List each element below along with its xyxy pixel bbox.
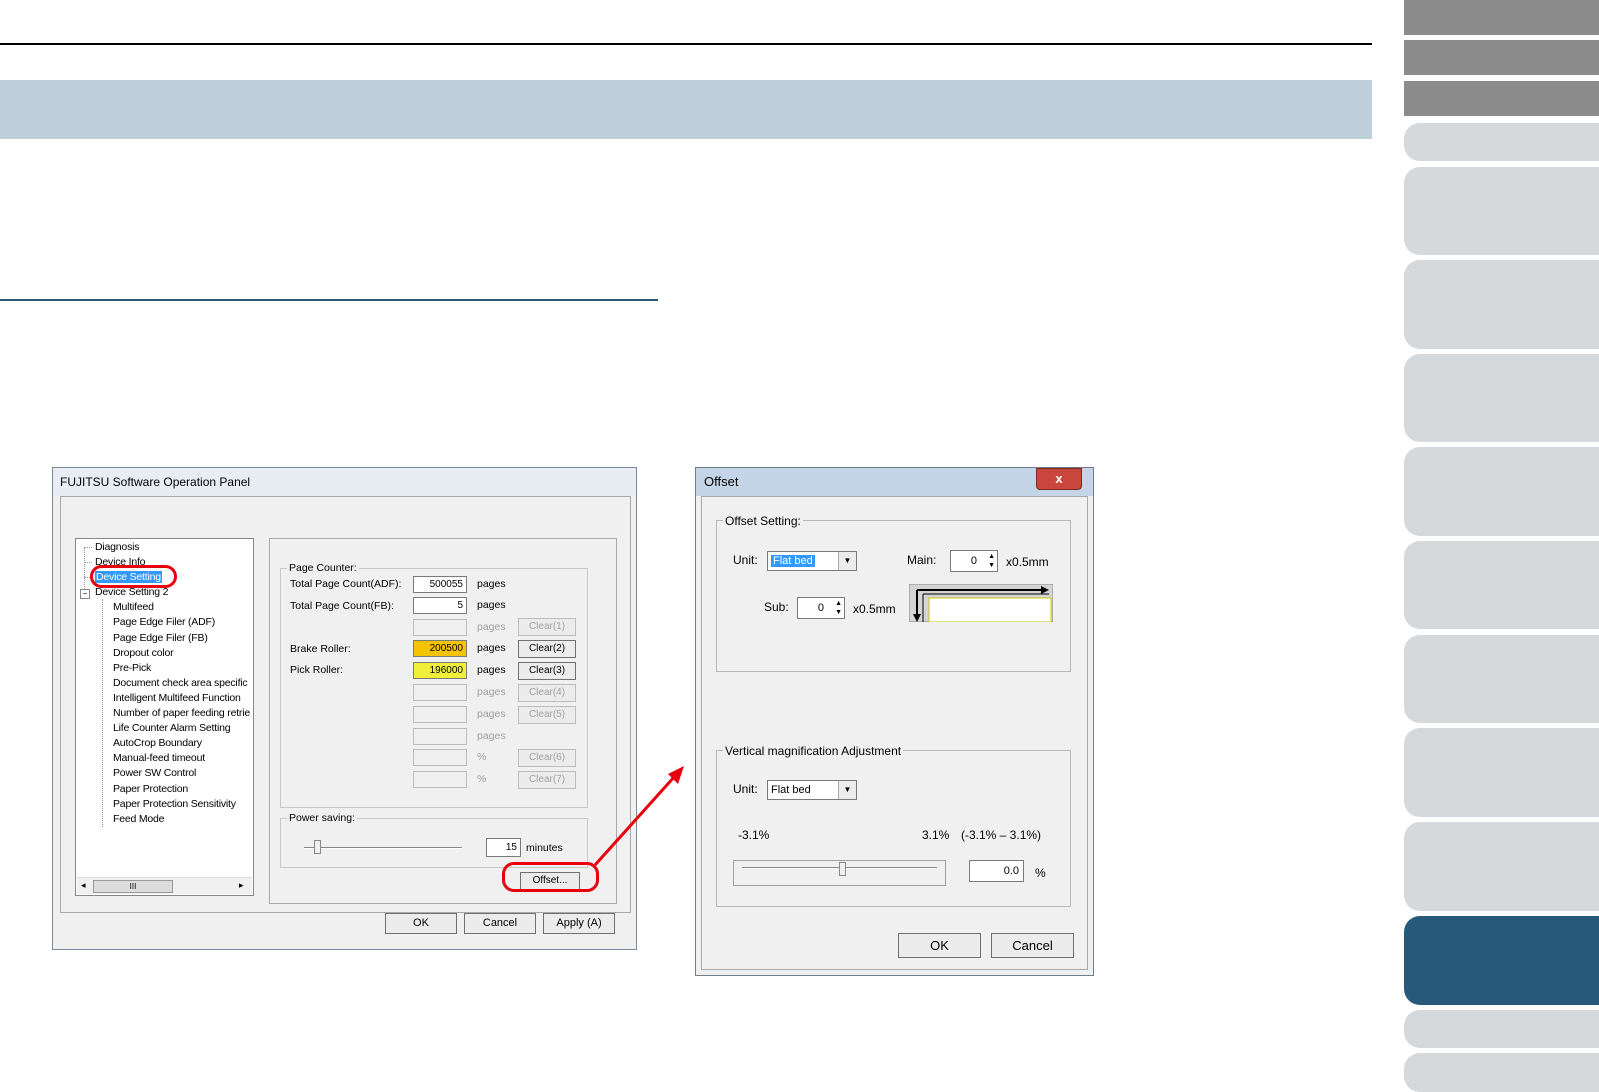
offset-title: Offset — [704, 474, 739, 489]
main-spinner[interactable]: 0 ▲ ▼ — [950, 550, 998, 572]
offset-titlebar: Offset x — [696, 468, 1093, 496]
vertical-max-label: 3.1% — [922, 828, 950, 842]
vertical-unit-select[interactable]: Flat bed ▼ — [767, 780, 857, 800]
chevron-down-icon[interactable]: ▼ — [838, 552, 856, 570]
main-value: 0 — [970, 555, 977, 567]
spinner-arrows-icon[interactable]: ▲ ▼ — [988, 552, 995, 570]
offset-dialog: Offset x Offset Setting: Unit: Flat bed … — [695, 467, 1094, 976]
sub-label: Sub: — [764, 600, 789, 614]
spinner-arrows-icon[interactable]: ▲ ▼ — [835, 599, 842, 617]
vertical-value-field[interactable]: 0.0 — [969, 860, 1024, 882]
offset-setting-label: Offset Setting: — [723, 514, 803, 528]
offset-unit-select[interactable]: Flat bed ▼ — [767, 551, 857, 571]
offset-diagram-icon — [909, 584, 1053, 622]
vertical-magnification-label: Vertical magnification Adjustment — [723, 744, 904, 758]
offset-unit-label: Unit: — [733, 553, 758, 567]
main-label: Main: — [907, 553, 937, 567]
vertical-unit-label: Unit: — [733, 782, 758, 796]
sub-unit: x0.5mm — [853, 602, 896, 616]
vertical-percent-label: % — [1035, 866, 1046, 880]
vertical-min-label: -3.1% — [738, 828, 770, 842]
sub-spinner[interactable]: 0 ▲ ▼ — [797, 597, 845, 619]
vertical-unit-value: Flat bed — [771, 784, 811, 796]
close-icon[interactable]: x — [1036, 468, 1082, 490]
main-unit: x0.5mm — [1006, 555, 1049, 569]
offset-cancel-button[interactable]: Cancel — [991, 933, 1074, 958]
chevron-down-icon[interactable]: ▼ — [838, 781, 856, 799]
vertical-range-label: (-3.1% – 3.1%) — [961, 828, 1042, 842]
offset-unit-value: Flat bed — [771, 555, 815, 567]
vertical-slider-thumb[interactable] — [839, 862, 846, 876]
sub-value: 0 — [817, 602, 824, 614]
offset-ok-button[interactable]: OK — [898, 933, 981, 958]
vertical-slider[interactable] — [733, 860, 946, 886]
